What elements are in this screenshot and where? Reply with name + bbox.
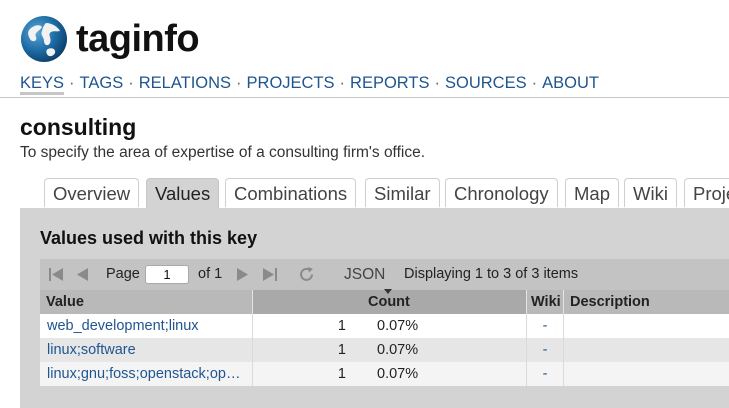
cell-value: web_development;linux xyxy=(40,314,253,338)
cell-wiki: - xyxy=(527,314,564,338)
header-description[interactable]: Description xyxy=(564,290,729,314)
nav-relations[interactable]: RELATIONS xyxy=(139,74,231,92)
nav-projects[interactable]: PROJECTS xyxy=(247,74,335,92)
wiki-link[interactable]: - xyxy=(543,366,548,382)
nav-separator: · xyxy=(69,74,75,92)
tab-values[interactable]: Values xyxy=(146,178,220,209)
cell-count: 1 xyxy=(337,342,346,358)
refresh-icon[interactable] xyxy=(298,266,315,283)
cell-value: linux;gnu;foss;openstack;op… xyxy=(40,362,253,386)
page-title: consulting xyxy=(20,114,137,140)
display-info: Displaying 1 to 3 of 3 items xyxy=(404,266,579,282)
sort-desc-icon xyxy=(384,289,392,294)
table-row: linux;software 1 0.07% - xyxy=(40,338,729,362)
nav-separator: · xyxy=(434,74,441,92)
logo-text-info: info xyxy=(131,18,200,60)
cell-wiki: - xyxy=(527,362,564,386)
page-count: of 1 xyxy=(198,266,223,282)
cell-count: 1 xyxy=(337,318,346,334)
tab-combinations[interactable]: Combinations xyxy=(225,178,357,207)
cell-description xyxy=(564,314,729,338)
cell-percent: 0.07% xyxy=(346,314,527,338)
cell-description xyxy=(564,338,729,362)
cell-percent: 0.07% xyxy=(346,362,527,386)
nav-keys[interactable]: KEYS xyxy=(20,74,65,95)
page-label: Page xyxy=(106,266,140,282)
nav-about[interactable]: ABOUT xyxy=(542,74,599,92)
nav-tags[interactable]: TAGS xyxy=(80,74,124,92)
last-page-icon[interactable] xyxy=(262,267,278,282)
header-wiki[interactable]: Wiki xyxy=(527,290,564,314)
json-link[interactable]: JSON xyxy=(344,259,385,290)
next-page-icon[interactable] xyxy=(236,267,250,282)
page-input[interactable]: 1 xyxy=(145,265,189,284)
panel-title: Values used with this key xyxy=(40,228,258,248)
key-description: To specify the area of expertise of a co… xyxy=(20,144,426,161)
value-link[interactable]: web_development;linux xyxy=(47,318,199,334)
value-link[interactable]: linux;gnu;foss;openstack;op… xyxy=(47,366,240,382)
pager-toolbar: Page 1 of 1 JSON Displaying 1 to 3 of 3 … xyxy=(40,259,729,290)
main-nav: KEYS · TAGS · RELATIONS · PROJECTS · REPORTS · SOU… xyxy=(20,74,599,95)
tab-projects[interactable]: Proje xyxy=(684,178,729,207)
nav-divider xyxy=(0,97,729,98)
nav-reports[interactable]: REPORTS xyxy=(350,74,429,92)
cell-wiki: - xyxy=(527,338,564,362)
nav-sources[interactable]: SOURCES xyxy=(445,74,527,92)
nav-separator: · xyxy=(531,74,538,92)
header-count-label: Count xyxy=(368,294,410,310)
wiki-link[interactable]: - xyxy=(543,342,548,358)
cell-percent: 0.07% xyxy=(346,338,527,362)
cell-value: linux;software xyxy=(40,338,253,362)
wiki-link[interactable]: - xyxy=(543,318,548,334)
cell-count: 1 xyxy=(337,366,346,382)
table-row: linux;gnu;foss;openstack;op… 1 0.07% - xyxy=(40,362,729,386)
first-page-icon[interactable] xyxy=(48,267,64,282)
globe-icon xyxy=(21,16,67,62)
value-link[interactable]: linux;software xyxy=(47,342,136,358)
tab-overview[interactable]: Overview xyxy=(44,178,140,207)
tab-chronology[interactable]: Chronology xyxy=(445,178,558,207)
tab-map[interactable]: Map xyxy=(565,178,619,207)
nav-separator: · xyxy=(236,74,242,92)
header-count[interactable]: Count xyxy=(253,289,527,314)
header-value[interactable]: Value xyxy=(40,290,253,314)
logo-text-tag: tag xyxy=(76,18,132,60)
table-header: Value Count Wiki Description xyxy=(40,289,729,314)
cell-description xyxy=(564,362,729,386)
nav-separator: · xyxy=(339,74,346,92)
tab-wiki[interactable]: Wiki xyxy=(624,178,677,207)
nav-separator: · xyxy=(128,74,134,92)
logo-text: taginfo xyxy=(76,15,200,63)
table-row: web_development;linux 1 0.07% - xyxy=(40,314,729,338)
tab-similar[interactable]: Similar xyxy=(365,178,440,207)
values-panel: Values used with this key Page 1 of 1 JS… xyxy=(20,208,729,408)
prev-page-icon[interactable] xyxy=(75,267,89,282)
